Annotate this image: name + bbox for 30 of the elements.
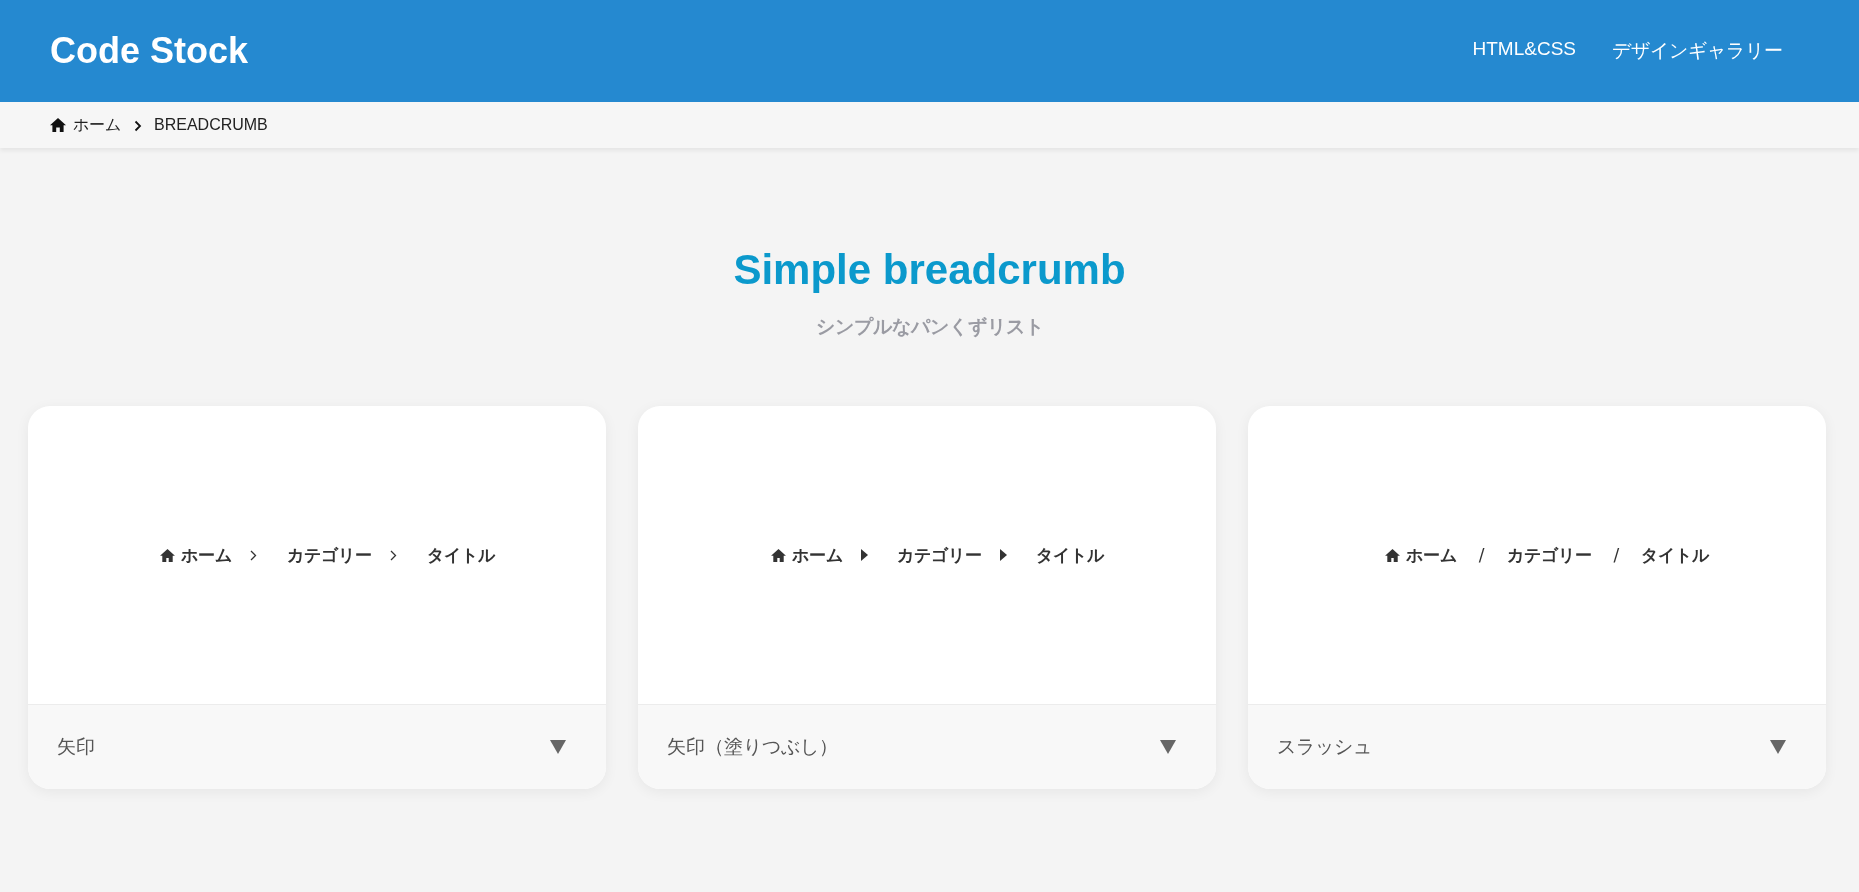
breadcrumb-current: タイトル [1035,543,1104,567]
triangle-right-icon [860,549,868,561]
section-title: Simple breadcrumb [732,245,1127,295]
home-icon[interactable] [50,118,66,132]
breadcrumb-current: タイトル [1641,543,1710,567]
site-logo[interactable]: Code Stock [50,30,249,72]
breadcrumb-current: タイトル [426,543,495,567]
breadcrumb-link[interactable]: カテゴリー [896,543,982,567]
chevron-right-icon [389,549,397,561]
breadcrumb-current: BREADCRUMB [154,116,268,134]
home-icon[interactable] [159,548,175,562]
home-icon[interactable] [1384,548,1400,562]
breadcrumb-link[interactable]: カテゴリー [286,543,372,567]
accordion-toggle[interactable]: 矢印（塗りつぶし） [638,704,1216,789]
breadcrumb-separator: / [1478,545,1485,565]
triangle-right-icon [999,549,1007,561]
breadcrumb-link[interactable]: ホーム [180,543,232,567]
breadcrumb-link[interactable]: ホーム [73,114,121,136]
chevron-right-icon [249,549,257,561]
nav-link[interactable]: デザインギャラリー [1612,38,1783,64]
breadcrumb-link[interactable]: ホーム [1405,543,1457,567]
breadcrumb-separator: / [1613,545,1620,565]
home-icon[interactable] [770,548,786,562]
accordion-toggle[interactable]: スラッシュ [1248,704,1826,789]
breadcrumb-link[interactable]: カテゴリー [1506,543,1592,567]
nav-link[interactable]: HTML&CSS [1472,38,1576,64]
breadcrumb-link[interactable]: ホーム [791,543,843,567]
accordion-toggle[interactable]: 矢印 [28,704,606,789]
section-subtitle: シンプルなパンくずリスト [814,314,1045,339]
chevron-right-icon [134,120,142,132]
